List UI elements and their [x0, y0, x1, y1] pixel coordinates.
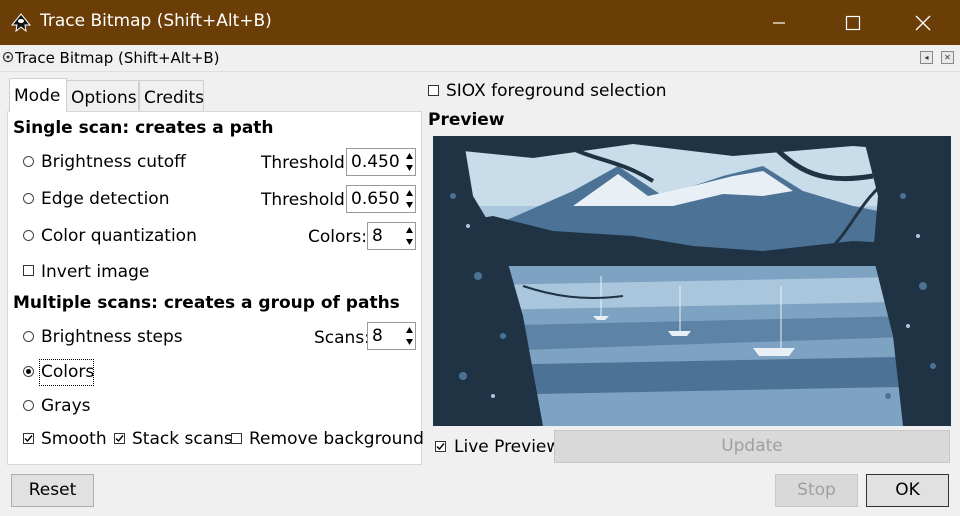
invert-image-label: Invert image	[41, 262, 150, 282]
stack-scans-checkbox[interactable]	[114, 433, 125, 444]
tab-credits[interactable]: Credits	[139, 80, 204, 111]
siox-label: SIOX foreground selection	[446, 81, 667, 101]
multi-scan-heading: Multiple scans: creates a group of paths	[13, 293, 400, 313]
brightness-threshold-label: Threshold:	[261, 153, 351, 173]
maximize-button[interactable]	[830, 0, 876, 45]
stack-scans-label: Stack scans	[132, 429, 233, 449]
checkmark-icon	[115, 435, 124, 443]
inkscape-logo-icon	[10, 13, 32, 33]
invert-image-checkbox[interactable]	[23, 265, 34, 276]
spin-arrows-icon[interactable]	[404, 323, 415, 349]
checkmark-icon	[24, 435, 33, 443]
brightness-cutoff-label: Brightness cutoff	[41, 152, 186, 172]
grays-label: Grays	[41, 396, 91, 416]
trace-preview-image	[433, 136, 951, 426]
window-title: Trace Bitmap (Shift+Alt+B)	[40, 11, 272, 31]
grays-radio[interactable]	[23, 400, 34, 411]
stop-button[interactable]: Stop	[775, 474, 858, 507]
spin-arrows-icon[interactable]	[404, 186, 415, 212]
siox-checkbox[interactable]	[428, 85, 439, 96]
smooth-checkbox[interactable]	[23, 433, 34, 444]
edge-detection-label: Edge detection	[41, 189, 170, 209]
close-icon	[915, 15, 931, 31]
maximize-icon	[845, 15, 861, 31]
checkmark-icon	[436, 443, 445, 451]
update-button[interactable]: Update	[554, 430, 950, 463]
smooth-label: Smooth	[41, 429, 107, 449]
single-scan-heading: Single scan: creates a path	[13, 118, 274, 138]
brightness-steps-radio[interactable]	[23, 331, 34, 342]
window-titlebar: Trace Bitmap (Shift+Alt+B)	[0, 0, 960, 45]
reset-button[interactable]: Reset	[11, 474, 94, 507]
colors-label: Colors	[41, 362, 95, 382]
minimize-icon	[773, 22, 785, 24]
close-button[interactable]	[900, 0, 946, 45]
remove-background-checkbox[interactable]	[231, 433, 242, 444]
live-preview-checkbox[interactable]	[435, 441, 446, 452]
dock-title: Trace Bitmap (Shift+Alt+B)	[15, 49, 220, 67]
ok-button[interactable]: OK	[866, 474, 949, 507]
edge-detection-radio[interactable]	[23, 193, 34, 204]
quant-colors-label: Colors:	[308, 227, 367, 247]
spin-arrows-icon[interactable]	[404, 223, 415, 249]
tab-options[interactable]: Options	[66, 80, 139, 111]
color-quantization-radio[interactable]	[23, 230, 34, 241]
edge-threshold-label: Threshold:	[261, 190, 351, 210]
preview-heading: Preview	[428, 110, 505, 130]
quant-colors-spinbox[interactable]: 8	[367, 222, 416, 250]
color-quantization-label: Color quantization	[41, 226, 197, 246]
brightness-cutoff-radio[interactable]	[23, 156, 34, 167]
scans-spinbox[interactable]: 8	[367, 322, 416, 350]
remove-background-label: Remove background	[249, 429, 424, 449]
colors-radio[interactable]	[23, 366, 34, 377]
brightness-threshold-spinbox[interactable]: 0.450	[346, 148, 416, 176]
trace-bitmap-icon	[2, 51, 14, 63]
dock-titlebar: Trace Bitmap (Shift+Alt+B) ◂ ✕	[0, 45, 960, 72]
edge-threshold-spinbox[interactable]: 0.650	[346, 185, 416, 213]
dock-iconify-button[interactable]: ◂	[920, 51, 933, 64]
brightness-steps-label: Brightness steps	[41, 327, 183, 347]
dock-close-button[interactable]: ✕	[941, 51, 954, 64]
spin-arrows-icon[interactable]	[404, 149, 415, 175]
scans-label: Scans:	[314, 328, 370, 348]
tab-mode[interactable]: Mode	[9, 78, 67, 112]
minimize-button[interactable]	[756, 0, 802, 45]
live-preview-label: Live Preview	[454, 437, 561, 457]
